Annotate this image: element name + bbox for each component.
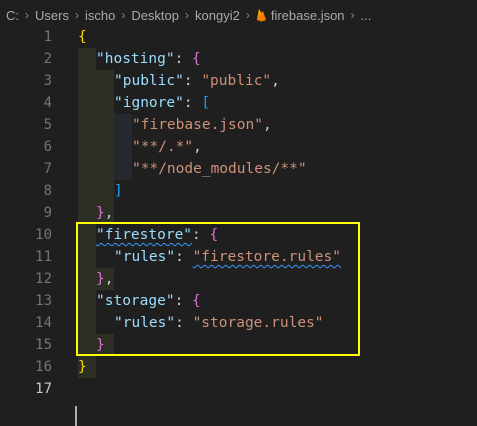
chevron-right-icon: › bbox=[245, 8, 250, 22]
code-token: "firebase.json" bbox=[132, 117, 263, 133]
code-token: : bbox=[183, 95, 202, 111]
breadcrumb-item-file[interactable]: firebase.json bbox=[271, 8, 345, 23]
code-token: } bbox=[96, 271, 105, 287]
code-line[interactable]: "rules": "firestore.rules" bbox=[114, 246, 341, 268]
code-line[interactable]: ] bbox=[114, 180, 123, 202]
indent-guide bbox=[114, 114, 132, 180]
line-number: 2 bbox=[43, 51, 52, 67]
code-token: , bbox=[193, 139, 202, 155]
text-cursor bbox=[75, 406, 77, 426]
line-number: 15 bbox=[35, 337, 52, 353]
line-number: 11 bbox=[35, 249, 52, 265]
code-token: [ bbox=[201, 95, 211, 111]
code-token: ] bbox=[114, 183, 123, 199]
code-line[interactable]: "hosting": { bbox=[96, 48, 201, 70]
line-number: 6 bbox=[43, 139, 52, 155]
code-token: , bbox=[262, 117, 272, 133]
code-token: { bbox=[192, 51, 201, 67]
breadcrumb-item-folder[interactable]: kongyi2 bbox=[195, 8, 240, 23]
code-token: "rules" bbox=[114, 315, 176, 331]
chevron-right-icon: › bbox=[74, 8, 79, 22]
breadcrumb-item-user[interactable]: ischo bbox=[85, 8, 115, 23]
code-line[interactable]: } bbox=[96, 334, 105, 356]
code-line[interactable]: "**/node_modules/**" bbox=[132, 158, 307, 180]
code-token: : bbox=[175, 249, 193, 265]
line-number: 8 bbox=[43, 183, 52, 199]
line-number: 4 bbox=[43, 95, 52, 111]
code-token: "public" bbox=[114, 73, 184, 89]
code-token: { bbox=[192, 293, 201, 309]
code-token: "firestore" bbox=[96, 227, 193, 243]
code-token: "**/node_modules/**" bbox=[132, 161, 307, 177]
code-token: : bbox=[192, 227, 210, 243]
line-number: 9 bbox=[43, 205, 52, 221]
code-token: "rules" bbox=[114, 249, 176, 265]
code-token: : bbox=[174, 51, 193, 67]
code-token: , bbox=[104, 271, 114, 287]
code-line[interactable]: "rules": "storage.rules" bbox=[114, 312, 324, 334]
chevron-right-icon: › bbox=[350, 8, 355, 22]
code-line[interactable]: "public": "public", bbox=[114, 70, 280, 92]
code-token: { bbox=[78, 29, 87, 45]
line-number: 16 bbox=[35, 359, 52, 375]
code-token: , bbox=[271, 73, 280, 89]
code-token: "ignore" bbox=[114, 95, 184, 111]
code-token: "firestore.rules" bbox=[192, 249, 341, 265]
line-number: 10 bbox=[35, 227, 52, 243]
code-token: "**/.*" bbox=[132, 139, 194, 155]
line-number: 3 bbox=[43, 73, 52, 89]
code-token: : bbox=[174, 293, 193, 309]
code-token: } bbox=[78, 359, 87, 375]
code-line[interactable]: { bbox=[78, 26, 87, 48]
code-token: "storage" bbox=[96, 293, 175, 309]
code-token: , bbox=[104, 205, 114, 221]
code-token: { bbox=[209, 227, 219, 243]
code-token: : bbox=[183, 73, 202, 89]
line-number: 12 bbox=[35, 271, 52, 287]
breadcrumb-item-users[interactable]: Users bbox=[35, 8, 69, 23]
code-line[interactable]: "firestore": { bbox=[96, 224, 218, 246]
breadcrumb-item-drive[interactable]: C: bbox=[6, 8, 19, 23]
code-line[interactable]: "firebase.json", bbox=[132, 114, 272, 136]
line-number: 1 bbox=[43, 29, 52, 45]
code-token: : bbox=[175, 315, 193, 331]
breadcrumb-symbols[interactable]: ... bbox=[361, 8, 372, 23]
chevron-right-icon: › bbox=[185, 8, 190, 22]
code-line[interactable]: "storage": { bbox=[96, 290, 201, 312]
line-number-active: 17 bbox=[35, 381, 52, 397]
code-token: "public" bbox=[201, 73, 272, 89]
code-line[interactable]: }, bbox=[96, 268, 113, 290]
indent-guide bbox=[78, 48, 96, 378]
code-token: } bbox=[96, 337, 105, 353]
indent-guide bbox=[96, 70, 114, 224]
code-line[interactable]: }, bbox=[96, 202, 113, 224]
code-line[interactable]: "ignore": [ bbox=[114, 92, 210, 114]
line-number: 13 bbox=[35, 293, 52, 309]
firebase-icon bbox=[256, 8, 267, 22]
code-token: "hosting" bbox=[96, 51, 175, 67]
breadcrumb-item-desktop[interactable]: Desktop bbox=[131, 8, 179, 23]
chevron-right-icon: › bbox=[121, 8, 126, 22]
code-line[interactable]: } bbox=[78, 356, 87, 378]
code-editor[interactable]: 1 2 3 4 5 6 7 8 9 10 11 12 13 14 15 16 1… bbox=[0, 26, 477, 426]
chevron-right-icon: › bbox=[25, 8, 29, 22]
code-token: } bbox=[96, 205, 105, 221]
line-number: 7 bbox=[43, 161, 52, 177]
line-number: 5 bbox=[43, 117, 52, 133]
line-number: 14 bbox=[35, 315, 52, 331]
code-token: "storage.rules" bbox=[192, 315, 324, 331]
code-line[interactable]: "**/.*", bbox=[132, 136, 202, 158]
